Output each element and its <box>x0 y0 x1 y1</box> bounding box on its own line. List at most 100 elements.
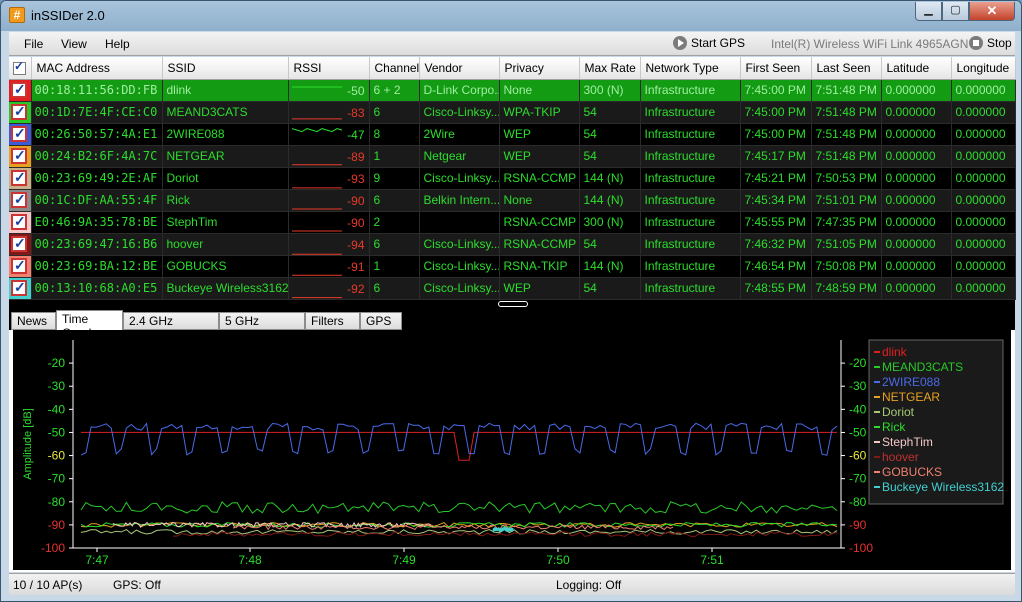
cell-latitude: 0.000000 <box>881 123 952 146</box>
table-row[interactable]: 00:24:B2:6F:4A:7CNETGEAR -89 1NetgearWEP54… <box>9 145 1016 168</box>
cell-network-type: Infrastructure <box>640 167 741 190</box>
cell-channel: 2 <box>369 211 420 234</box>
y-tick-label: -40 <box>48 402 66 416</box>
menu-help[interactable]: Help <box>105 37 130 51</box>
cell-privacy: RSNA-TKIP <box>499 255 580 278</box>
status-bar: 10 / 10 AP(s) GPS: Off Logging: Off <box>9 573 1015 595</box>
tab-filters[interactable]: Filters <box>305 312 360 330</box>
y-tick-label-right: -100 <box>849 541 873 555</box>
cell-channel: 9 <box>369 167 420 190</box>
cell-mac: 00:18:11:56:DD:FB <box>31 79 163 102</box>
cell-rssi: -90 <box>288 211 370 234</box>
menu-view[interactable]: View <box>61 37 87 51</box>
table-row[interactable]: 00:18:11:56:DD:FBdlink -50 6 + 2D-Link Cor… <box>9 79 1016 102</box>
cell-max-rate: 54 <box>579 123 641 146</box>
splitter-handle[interactable] <box>498 301 528 307</box>
cell-longitude: 0.000000 <box>951 167 1016 190</box>
app-hash-icon: # <box>9 7 25 23</box>
rssi-value: -89 <box>347 149 365 164</box>
cell-latitude: 0.000000 <box>881 167 952 190</box>
start-gps-button[interactable]: Start GPS <box>673 35 745 51</box>
cell-last-seen: 7:51:05 PM <box>811 233 882 256</box>
column-header-longitude[interactable]: Longitude <box>951 57 1016 80</box>
y-tick-label: -100 <box>41 541 65 555</box>
column-header-max-rate[interactable]: Max Rate <box>579 57 641 80</box>
legend-label: StephTim <box>882 435 933 449</box>
legend-label: NETGEAR <box>882 390 940 404</box>
cell-channel: 1 <box>369 145 420 168</box>
row-checkbox[interactable] <box>9 145 32 168</box>
column-header-mac[interactable]: MAC Address <box>31 57 163 80</box>
cell-network-type: Infrastructure <box>640 211 741 234</box>
tab-gps[interactable]: GPS <box>360 312 402 330</box>
tab-2-4-ghz-channels[interactable]: 2.4 GHz Channels <box>123 312 219 342</box>
cell-ssid: NETGEAR <box>162 145 289 168</box>
rssi-value: -91 <box>347 259 365 274</box>
menu-file[interactable]: File <box>24 37 43 51</box>
column-header-first-seen[interactable]: First Seen <box>740 57 812 80</box>
cell-vendor: Netgear <box>419 145 500 168</box>
row-checkbox[interactable] <box>9 211 32 234</box>
rssi-sparkline <box>291 274 342 276</box>
table-row[interactable]: 00:23:69:BA:12:BEGOBUCKS -91 1Cisco-Linksy… <box>9 255 1016 278</box>
cell-latitude: 0.000000 <box>881 145 952 168</box>
column-header-vendor[interactable]: Vendor <box>419 57 500 80</box>
column-header-channel[interactable]: Channel <box>369 57 420 80</box>
row-checkbox[interactable] <box>9 79 32 102</box>
tab-time-graph[interactable]: Time Graph <box>56 310 123 340</box>
cell-rssi: -47 <box>288 123 370 146</box>
close-button[interactable]: ✕ <box>969 2 1015 21</box>
row-checkbox[interactable] <box>9 123 32 146</box>
checkbox-icon <box>11 125 27 142</box>
main-content: MAC Address SSID RSSI Channel Vendor Pri… <box>9 57 1016 572</box>
cell-network-type: Infrastructure <box>640 189 741 212</box>
cell-vendor: Cisco-Linksy... <box>419 277 500 300</box>
cell-max-rate: 300 (N) <box>579 79 641 102</box>
table-row[interactable]: 00:1D:7E:4F:CE:C0MEAND3CATS -83 6Cisco-Lin… <box>9 101 1016 124</box>
cell-network-type: Infrastructure <box>640 277 741 300</box>
cell-first-seen: 7:45:34 PM <box>740 189 812 212</box>
cell-longitude: 0.000000 <box>951 101 1016 124</box>
row-checkbox[interactable] <box>9 189 32 212</box>
tab-news[interactable]: News <box>11 312 56 330</box>
table-row[interactable]: 00:1C:DF:AA:55:4FRick -90 6Belkin Intern..… <box>9 189 1016 212</box>
checkbox-icon <box>11 279 27 296</box>
row-checkbox[interactable] <box>9 101 32 124</box>
series-line-meand3cats <box>80 501 838 515</box>
column-header-latitude[interactable]: Latitude <box>881 57 952 80</box>
column-header-last-seen[interactable]: Last Seen <box>811 57 882 80</box>
table-row[interactable]: 00:26:50:57:4A:E12WIRE088 -47 82WireWEP54I… <box>9 123 1016 146</box>
table-row[interactable]: 00:13:10:68:A0:E5Buckeye Wireless3162 -92… <box>9 277 1016 300</box>
select-all-checkbox[interactable] <box>9 57 32 80</box>
cell-last-seen: 7:51:01 PM <box>811 189 882 212</box>
maximize-button[interactable]: ▢ <box>942 2 969 21</box>
row-checkbox[interactable] <box>9 167 32 190</box>
column-header-ssid[interactable]: SSID <box>162 57 289 80</box>
table-row[interactable]: 00:23:69:49:2E:AFDoriot -93 9Cisco-Linksy.… <box>9 167 1016 190</box>
stop-button[interactable]: Stop <box>969 35 1012 51</box>
adapter-select[interactable]: Intel(R) Wireless WiFi Link 4965AGN <box>771 37 968 51</box>
cell-channel: 8 <box>369 123 420 146</box>
cell-max-rate: 144 (N) <box>579 189 641 212</box>
row-checkbox[interactable] <box>9 277 32 300</box>
cell-mac: E0:46:9A:35:78:BE <box>31 211 163 234</box>
rssi-sparkline <box>291 117 342 119</box>
row-checkbox[interactable] <box>9 233 32 256</box>
logging-status: Logging: Off <box>556 578 622 592</box>
rssi-value: -93 <box>347 171 365 186</box>
rssi-value: -90 <box>347 215 365 230</box>
title-bar[interactable]: # inSSIDer 2.0 ▁ ▢ ✕ <box>1 1 1021 31</box>
row-checkbox[interactable] <box>9 255 32 278</box>
table-row[interactable]: 00:23:69:47:16:B6hoover -94 6Cisco-Linksy.… <box>9 233 1016 256</box>
legend-label: hoover <box>882 450 919 464</box>
minimize-button[interactable]: ▁ <box>915 2 942 21</box>
cell-last-seen: 7:51:48 PM <box>811 101 882 124</box>
rssi-sparkline <box>291 208 342 209</box>
column-header-network-type[interactable]: Network Type <box>640 57 741 80</box>
stop-label: Stop <box>987 36 1012 50</box>
column-header-privacy[interactable]: Privacy <box>499 57 580 80</box>
tab-5-ghz-channels[interactable]: 5 GHz Channels <box>219 312 305 342</box>
rssi-sparkline <box>291 86 342 87</box>
table-row[interactable]: E0:46:9A:35:78:BEStephTim -90 2 RSNA-CCMP30… <box>9 211 1016 234</box>
column-header-rssi[interactable]: RSSI <box>288 57 370 80</box>
